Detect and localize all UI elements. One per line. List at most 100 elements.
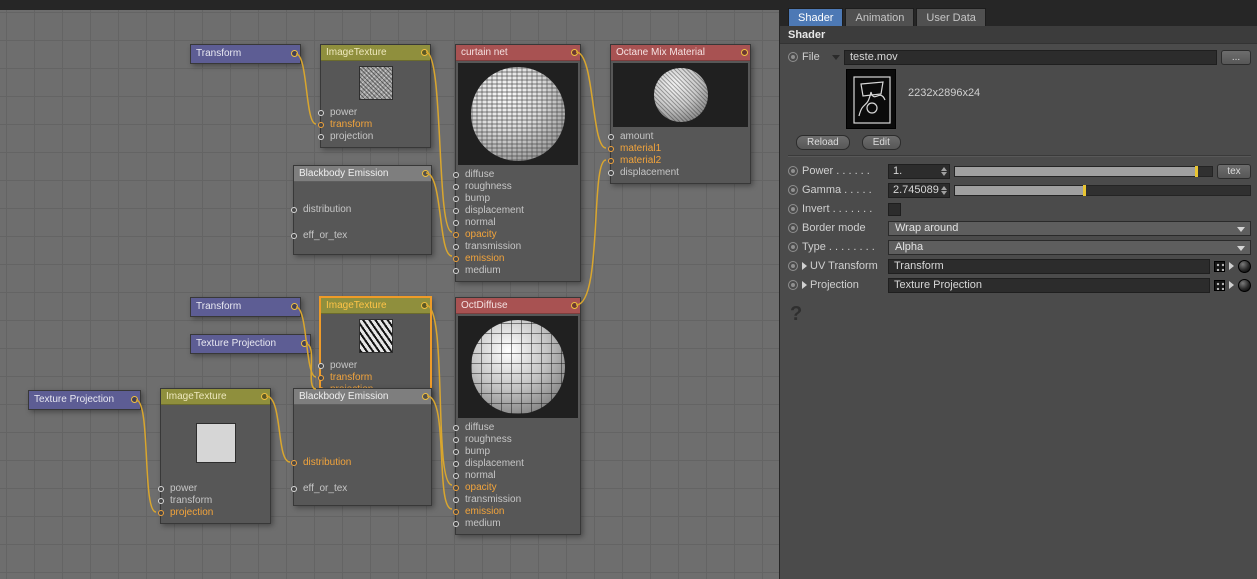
gamma-number-field[interactable]: 2.745089 bbox=[888, 182, 950, 198]
movie-thumbnail[interactable] bbox=[846, 69, 896, 129]
tab-user-data[interactable]: User Data bbox=[916, 8, 986, 26]
node-transform-mid[interactable]: Transform bbox=[190, 297, 301, 317]
gamma-value[interactable]: 2.745089 bbox=[889, 184, 940, 196]
node-editor-canvas[interactable]: Transform ImageTexture power transform p… bbox=[0, 0, 779, 579]
node-blackbody-emission-top[interactable]: Blackbody Emission distribution eff_or_t… bbox=[291, 165, 432, 255]
input-port[interactable] bbox=[291, 233, 297, 239]
keyframe-circle-icon[interactable] bbox=[788, 52, 798, 62]
input-port[interactable] bbox=[453, 172, 459, 178]
input-port[interactable] bbox=[453, 208, 459, 214]
output-port[interactable] bbox=[741, 48, 748, 56]
input-port[interactable] bbox=[453, 268, 459, 274]
input-port[interactable] bbox=[453, 437, 459, 443]
output-port[interactable] bbox=[421, 301, 428, 309]
edit-button[interactable]: Edit bbox=[861, 135, 901, 150]
node-octane-mix-material[interactable]: Octane Mix Material amount material1 mat… bbox=[608, 44, 751, 184]
node-ball-icon[interactable] bbox=[1238, 259, 1251, 273]
power-slider[interactable] bbox=[954, 165, 1213, 177]
output-port[interactable] bbox=[422, 392, 429, 400]
node-header[interactable]: Texture Projection bbox=[191, 335, 310, 353]
output-port[interactable] bbox=[421, 48, 428, 56]
node-header[interactable]: ImageTexture bbox=[321, 298, 430, 314]
node-header[interactable]: curtain net bbox=[456, 45, 580, 61]
type-dropdown[interactable]: Alpha bbox=[888, 239, 1251, 255]
uv-transform-input[interactable] bbox=[888, 258, 1210, 274]
output-port[interactable] bbox=[291, 50, 298, 57]
output-port[interactable] bbox=[261, 392, 268, 400]
tab-shader[interactable]: Shader bbox=[788, 8, 844, 26]
keyframe-circle-icon[interactable] bbox=[788, 242, 798, 252]
node-ball-icon[interactable] bbox=[1238, 278, 1251, 292]
input-port[interactable] bbox=[291, 486, 297, 492]
stepper-icon[interactable] bbox=[940, 166, 949, 176]
keyframe-circle-icon[interactable] bbox=[788, 261, 798, 271]
stepper-icon[interactable] bbox=[940, 185, 949, 195]
keyframe-circle-icon[interactable] bbox=[788, 204, 798, 214]
node-octdiffuse[interactable]: OctDiffuse diffuse roughness bump displa… bbox=[453, 297, 581, 535]
node-header[interactable]: Blackbody Emission bbox=[294, 166, 431, 182]
input-port[interactable] bbox=[158, 486, 164, 492]
tab-animation[interactable]: Animation bbox=[845, 8, 915, 26]
input-port[interactable] bbox=[453, 196, 459, 202]
input-port[interactable] bbox=[453, 425, 459, 431]
node-curtain-net[interactable]: curtain net diffuse roughness bump displ… bbox=[453, 44, 581, 282]
node-header[interactable]: Octane Mix Material bbox=[611, 45, 750, 61]
keyframe-circle-icon[interactable] bbox=[788, 280, 798, 290]
node-header[interactable]: ImageTexture bbox=[161, 389, 270, 405]
input-port[interactable] bbox=[453, 232, 459, 238]
output-port[interactable] bbox=[571, 301, 578, 309]
reload-button[interactable]: Reload bbox=[796, 135, 850, 150]
node-header[interactable]: Transform bbox=[191, 45, 300, 63]
output-port[interactable] bbox=[422, 169, 429, 177]
input-port[interactable] bbox=[291, 460, 297, 466]
node-header[interactable]: Transform bbox=[191, 298, 300, 316]
expander-arrow-icon[interactable] bbox=[802, 262, 807, 270]
input-port[interactable] bbox=[453, 220, 459, 226]
input-port[interactable] bbox=[453, 449, 459, 455]
projection-input[interactable] bbox=[888, 277, 1210, 293]
power-slider-handle[interactable] bbox=[1194, 165, 1198, 177]
browse-button[interactable]: ... bbox=[1221, 49, 1251, 65]
power-tex-button[interactable]: tex bbox=[1217, 163, 1251, 179]
input-port[interactable] bbox=[453, 244, 459, 250]
input-port[interactable] bbox=[453, 485, 459, 491]
node-header[interactable]: OctDiffuse bbox=[456, 298, 580, 314]
input-port[interactable] bbox=[453, 256, 459, 262]
expander-arrow-icon[interactable] bbox=[802, 281, 807, 289]
input-port[interactable] bbox=[158, 498, 164, 504]
node-texture-projection-mid[interactable]: Texture Projection bbox=[190, 334, 311, 354]
node-header[interactable]: Texture Projection bbox=[29, 391, 140, 409]
node-transform-top[interactable]: Transform bbox=[190, 44, 301, 64]
gamma-slider[interactable] bbox=[954, 184, 1251, 196]
input-port[interactable] bbox=[608, 158, 614, 164]
help-question-mark[interactable]: ? bbox=[790, 303, 806, 326]
output-port[interactable] bbox=[301, 340, 308, 347]
node-header[interactable]: ImageTexture bbox=[321, 45, 430, 61]
input-port[interactable] bbox=[318, 122, 324, 128]
input-port[interactable] bbox=[608, 170, 614, 176]
input-port[interactable] bbox=[318, 134, 324, 140]
invert-checkbox[interactable] bbox=[888, 202, 901, 216]
power-value[interactable]: 1. bbox=[889, 165, 940, 177]
output-port[interactable] bbox=[131, 396, 138, 403]
expander-arrow-icon[interactable] bbox=[1229, 262, 1234, 270]
output-port[interactable] bbox=[571, 48, 578, 56]
output-port[interactable] bbox=[291, 303, 298, 310]
input-port[interactable] bbox=[453, 184, 459, 190]
node-imagetexture-mid[interactable]: ImageTexture power transform projection bbox=[318, 297, 431, 401]
node-imagetexture-top[interactable]: ImageTexture power transform projection bbox=[318, 44, 431, 148]
input-port[interactable] bbox=[158, 510, 164, 516]
input-port[interactable] bbox=[453, 473, 459, 479]
node-imagetexture-bottom[interactable]: ImageTexture power transform projection bbox=[158, 388, 271, 524]
keyframe-circle-icon[interactable] bbox=[788, 185, 798, 195]
input-port[interactable] bbox=[608, 134, 614, 140]
node-header[interactable]: Blackbody Emission bbox=[294, 389, 431, 405]
power-number-field[interactable]: 1. bbox=[888, 163, 950, 179]
input-port[interactable] bbox=[318, 110, 324, 116]
input-port[interactable] bbox=[291, 207, 297, 213]
file-path-input[interactable] bbox=[844, 49, 1217, 65]
border-mode-dropdown[interactable]: Wrap around bbox=[888, 220, 1251, 236]
datatype-grid-icon[interactable] bbox=[1214, 279, 1225, 291]
input-port[interactable] bbox=[453, 509, 459, 515]
file-menu-arrow-icon[interactable] bbox=[832, 54, 840, 60]
